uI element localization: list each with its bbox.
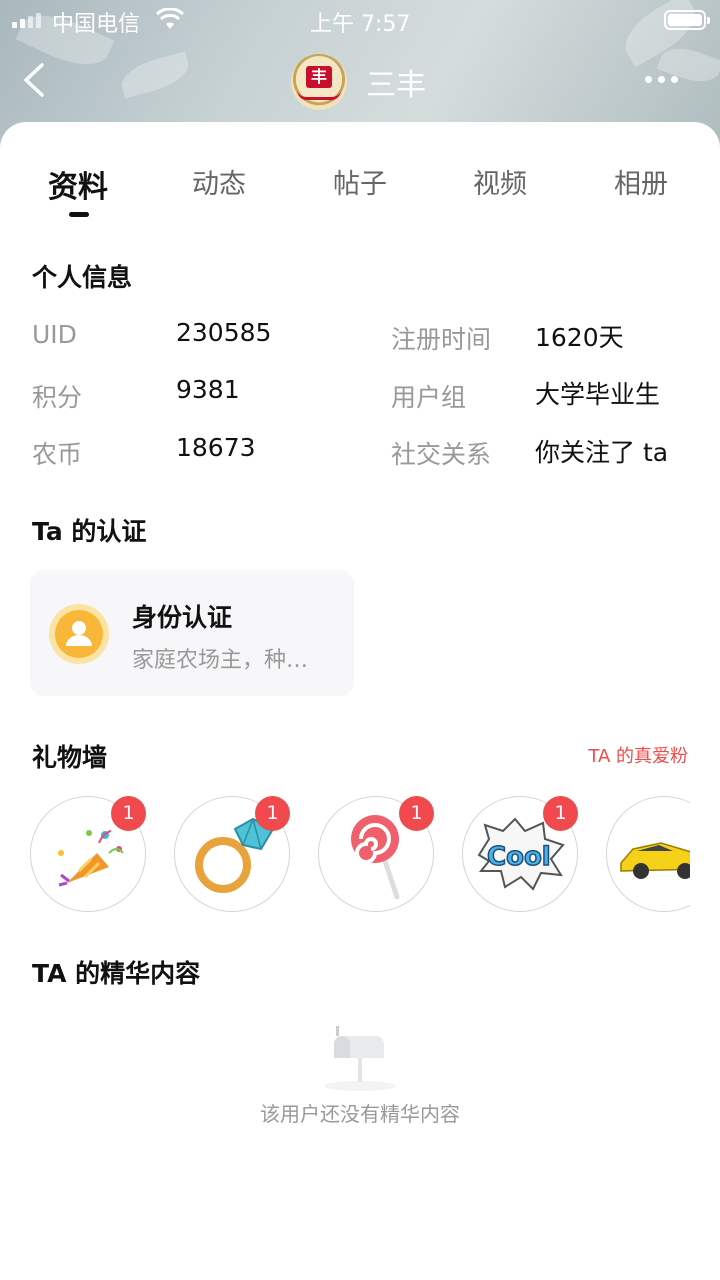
info-value-uid: 230585	[176, 318, 272, 347]
empty-mailbox-icon	[324, 1026, 396, 1091]
username: 三丰	[366, 68, 426, 103]
personal-info-title: 个人信息	[32, 263, 133, 292]
status-bar: 中国电信 上午 7:57	[0, 0, 720, 40]
tab-posts[interactable]: 帖子	[333, 162, 387, 201]
info-label-relationship: 社交关系	[391, 440, 492, 469]
tab-videos[interactable]: 视频	[473, 162, 527, 201]
svg-text:Cool: Cool	[487, 842, 551, 872]
gift-count-badge: 1	[111, 796, 146, 831]
true-fans-link[interactable]: TA 的真爱粉	[588, 742, 688, 768]
certification-title: Ta 的认证	[32, 517, 147, 546]
tab-bar: 资料 动态 帖子 视频 相册	[0, 162, 720, 222]
empty-featured-text: 该用户还没有精华内容	[260, 1102, 460, 1126]
battery-icon	[664, 10, 710, 30]
tab-albums[interactable]: 相册	[614, 162, 668, 201]
gift-item[interactable]	[606, 796, 690, 912]
back-arrow-icon[interactable]	[20, 62, 48, 98]
wifi-icon	[156, 8, 184, 29]
gift-count-badge: 1	[543, 796, 578, 831]
gift-item[interactable]: 1	[30, 796, 146, 912]
info-label-register-time: 注册时间	[391, 325, 492, 354]
info-label-user-group: 用户组	[391, 383, 467, 412]
tab-profile[interactable]: 资料	[48, 162, 108, 206]
avatar-emblem: 丰	[306, 66, 332, 88]
identity-certification-card[interactable]: 身份认证 家庭农场主，种…	[30, 570, 354, 696]
gift-item[interactable]: 1	[318, 796, 434, 912]
info-value-coins: 18673	[176, 433, 256, 462]
gift-count-badge: 1	[255, 796, 290, 831]
info-value-relationship: 你关注了 ta	[535, 438, 669, 467]
more-options-icon[interactable]	[645, 76, 678, 83]
gift-wall-title: 礼物墙	[32, 743, 108, 772]
featured-content-title: TA 的精华内容	[32, 959, 201, 988]
carrier-name: 中国电信	[52, 12, 141, 37]
gift-count-badge: 1	[399, 796, 434, 831]
tab-activity[interactable]: 动态	[192, 162, 246, 201]
info-label-uid: UID	[32, 320, 77, 349]
gift-item[interactable]: Cool 1	[462, 796, 578, 912]
signal-icon	[12, 13, 41, 28]
certification-card-subtitle: 家庭农场主，种…	[132, 648, 309, 673]
info-value-user-group: 大学毕业生	[535, 380, 661, 409]
active-tab-indicator	[69, 212, 89, 217]
status-time: 上午 7:57	[310, 12, 411, 37]
user-icon	[49, 604, 109, 664]
sports-car-icon	[620, 842, 690, 879]
info-value-points: 9381	[176, 375, 240, 404]
info-label-coins: 农币	[32, 440, 83, 469]
gift-list: 1 1 1 Cool 1	[30, 796, 690, 914]
info-value-register-time: 1620天	[535, 323, 624, 352]
profile-content-sheet: 资料 动态 帖子 视频 相册 个人信息 UID 230585 注册时间 1620…	[0, 122, 720, 1280]
certification-card-title: 身份认证	[132, 603, 233, 632]
info-label-points: 积分	[32, 383, 83, 412]
avatar[interactable]: 丰	[291, 54, 347, 110]
gift-item[interactable]: 1	[174, 796, 290, 912]
